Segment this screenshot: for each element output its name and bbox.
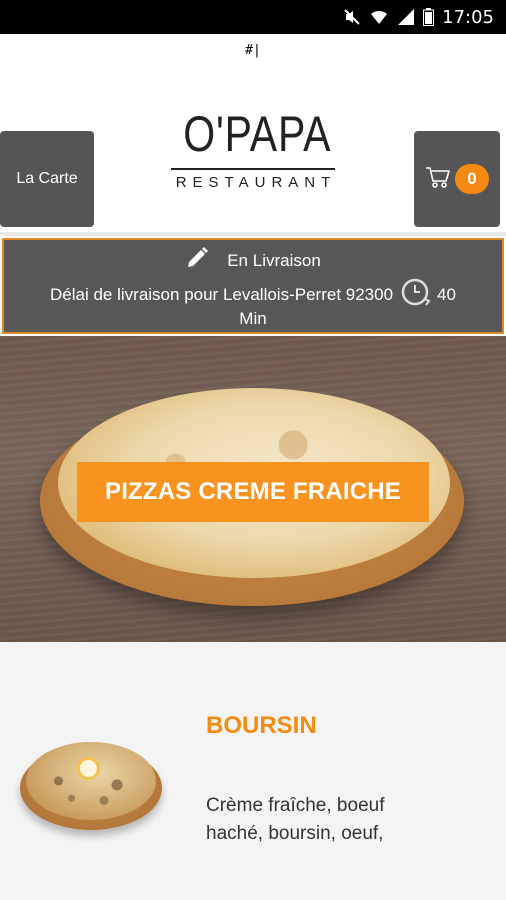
logo-subtitle: RESTAURANT (175, 174, 337, 191)
delivery-info-box[interactable]: En Livraison Délai de livraison pour Lev… (2, 238, 504, 334)
product-description: Crème fraîche, boeuf haché, boursin, oeu… (206, 795, 385, 844)
delivery-mode-label: En Livraison (227, 250, 321, 270)
cart-button[interactable]: 0 (414, 131, 500, 227)
url-marker: #| (245, 43, 261, 58)
pencil-icon[interactable] (185, 246, 209, 275)
wifi-icon (369, 8, 389, 26)
delivery-mode-row: En Livraison (4, 246, 502, 275)
logo-divider (171, 168, 335, 170)
header-divider (0, 232, 506, 236)
cart-icon (425, 165, 451, 194)
status-icons: 17:05 (343, 0, 494, 34)
logo-title: O'PAPA (183, 106, 332, 162)
delivery-delay-row: Délai de livraison pour Levallois-Perret… (4, 276, 502, 313)
product-name[interactable]: BOURSIN (206, 712, 317, 740)
product-pizza (26, 742, 156, 820)
mute-icon (343, 8, 361, 26)
menu-button[interactable]: La Carte (0, 131, 94, 227)
category-label[interactable]: PIZZAS CREME FRAICHE (77, 462, 429, 522)
clock-time: 17:05 (442, 6, 494, 28)
signal-icon (397, 8, 415, 26)
delivery-delay-value: 40 (437, 284, 456, 304)
cart-count-badge: 0 (455, 164, 489, 194)
category-banner[interactable]: PIZZAS CREME FRAICHE (0, 336, 506, 642)
delivery-delay-unit: Min (239, 309, 267, 328)
status-bar: 17:05 (0, 0, 506, 34)
delivery-delay-text: Délai de livraison pour Levallois-Perret… (50, 284, 394, 304)
timer-icon (399, 276, 431, 313)
restaurant-logo[interactable]: O'PAPA RESTAURANT (168, 106, 338, 206)
product-list (0, 642, 506, 900)
product-image[interactable] (20, 742, 162, 830)
battery-icon (423, 8, 435, 26)
